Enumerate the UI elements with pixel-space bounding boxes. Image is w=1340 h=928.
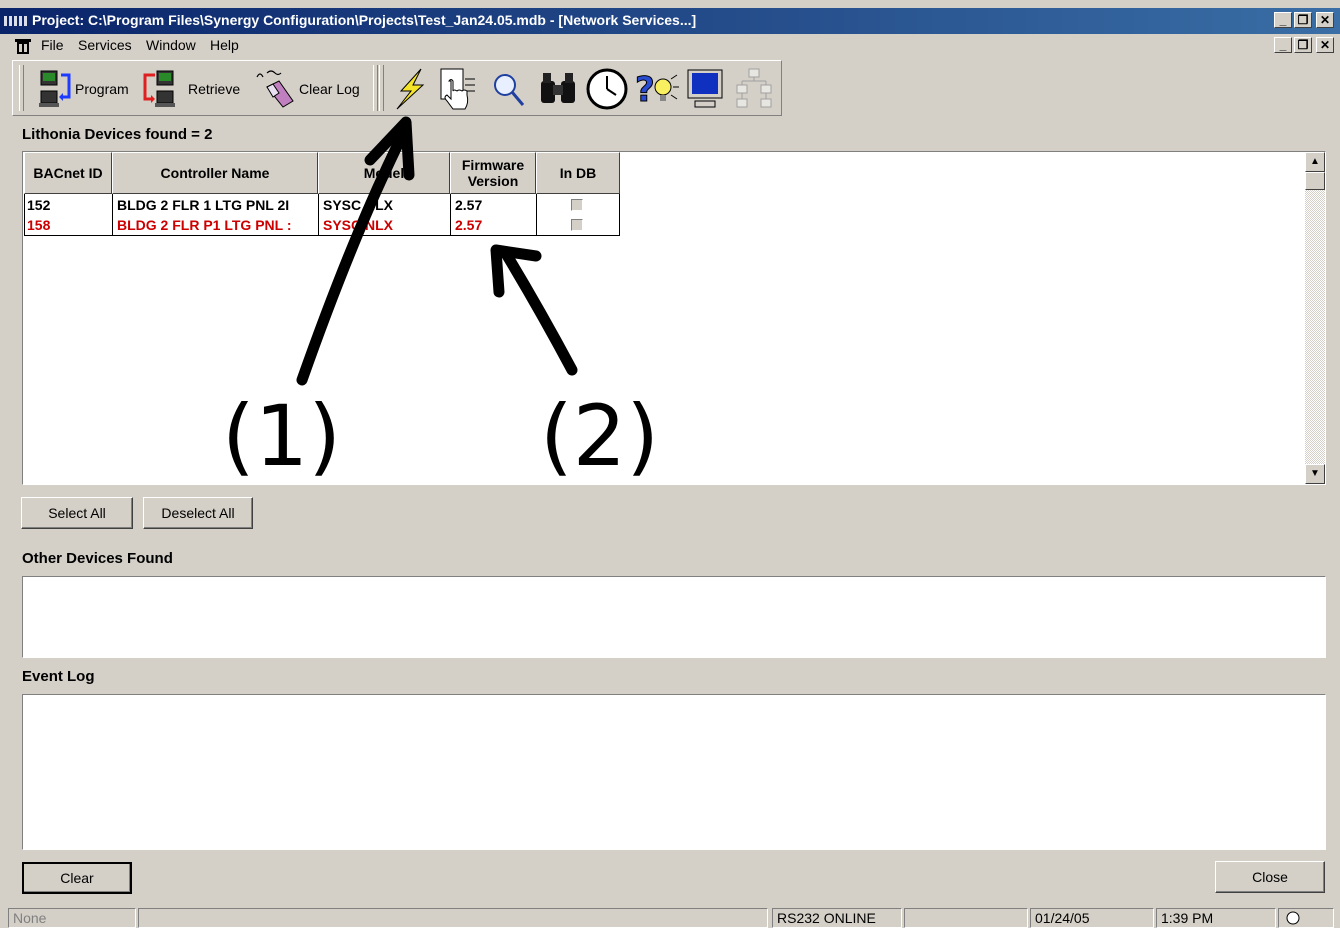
program-icon — [39, 70, 71, 107]
menu-bar: File Services Window Help _ ❐ ✕ — [0, 34, 1340, 58]
other-devices-label: Other Devices Found — [22, 550, 173, 567]
eraser-icon — [256, 70, 294, 108]
status-indicator — [1278, 908, 1334, 928]
in-db-checkbox[interactable] — [571, 199, 583, 211]
toolbar-grip-2[interactable] — [373, 65, 378, 111]
device-list[interactable]: BACnet ID Controller Name Model Firmware… — [22, 151, 1326, 485]
minimize-button[interactable]: _ — [1274, 12, 1292, 28]
clear-button[interactable]: Clear — [22, 862, 132, 894]
menu-file[interactable]: File — [41, 37, 64, 53]
column-header-in-db[interactable]: In DB — [536, 152, 620, 194]
monitor-icon[interactable] — [685, 67, 727, 111]
annotation-label-1: (1) — [222, 387, 341, 485]
child-minimize-button[interactable]: _ — [1274, 37, 1292, 53]
status-panel-empty — [138, 908, 768, 928]
retrieve-label: Retrieve — [188, 81, 241, 97]
status-time: 1:39 PM — [1156, 908, 1276, 928]
title-bar: Project: C:\Program Files\Synergy Config… — [0, 8, 1340, 34]
cell-firmware: 2.57 — [455, 217, 483, 233]
status-state: None — [8, 908, 136, 928]
close-button[interactable]: Close — [1215, 861, 1325, 893]
toolbar-grip-3 — [379, 65, 384, 111]
status-date: 01/24/05 — [1030, 908, 1154, 928]
event-log-box[interactable] — [22, 694, 1326, 850]
in-db-checkbox[interactable] — [571, 219, 583, 231]
cell-model: SYSC NLX — [323, 217, 394, 233]
vertical-scrollbar[interactable]: ▲ ▼ — [1305, 152, 1325, 484]
status-panel-empty-2 — [904, 908, 1028, 928]
event-log-label: Event Log — [22, 668, 95, 685]
window-title: Project: C:\Program Files\Synergy Config… — [32, 12, 697, 28]
column-header-controller-name[interactable]: Controller Name — [112, 152, 318, 194]
hand-pointer-icon[interactable] — [437, 67, 481, 111]
app-menu-icon[interactable] — [14, 38, 34, 56]
cell-model: SYSC NLX — [323, 197, 394, 213]
deselect-all-button[interactable]: Deselect All — [143, 497, 253, 529]
menu-services[interactable]: Services — [78, 37, 132, 53]
devices-found-label: Lithonia Devices found = 2 — [22, 126, 213, 143]
cell-firmware: 2.57 — [455, 197, 483, 213]
scroll-down-button[interactable]: ▼ — [1305, 464, 1325, 484]
toolbar-grip[interactable] — [19, 65, 24, 111]
close-window-button[interactable]: ✕ — [1316, 12, 1334, 28]
clock-icon[interactable] — [585, 67, 629, 111]
network-icon — [736, 68, 772, 108]
help-icon[interactable]: ? — [633, 67, 681, 111]
cell-controller-name: BLDG 2 FLR 1 LTG PNL 2I — [117, 197, 290, 213]
retrieve-button[interactable]: Retrieve — [141, 67, 245, 111]
child-restore-button[interactable]: ❐ — [1294, 37, 1312, 53]
app-icon — [4, 16, 28, 26]
column-header-firmware-version[interactable]: Firmware Version — [450, 152, 536, 194]
column-header-model[interactable]: Model — [318, 152, 450, 194]
annotation-label-2: (2) — [540, 387, 659, 485]
other-devices-list[interactable] — [22, 576, 1326, 658]
clear-log-button[interactable]: Clear Log — [253, 67, 363, 111]
toolbar: Program Retrieve Clear Log ? — [12, 60, 782, 116]
scroll-thumb[interactable] — [1305, 172, 1325, 190]
status-connection: RS232 ONLINE — [772, 908, 902, 928]
program-label: Program — [75, 81, 129, 97]
binoculars-icon[interactable] — [537, 71, 579, 107]
scroll-up-button[interactable]: ▲ — [1305, 152, 1325, 172]
cell-bacnet-id: 158 — [27, 217, 51, 233]
svg-text:?: ? — [635, 70, 655, 110]
child-close-button[interactable]: ✕ — [1316, 37, 1334, 53]
column-header-bacnet-id[interactable]: BACnet ID — [24, 152, 112, 194]
magnifier-icon[interactable] — [491, 69, 527, 109]
retrieve-icon — [143, 70, 175, 107]
menu-help[interactable]: Help — [210, 37, 239, 53]
menu-window[interactable]: Window — [146, 37, 196, 53]
program-button[interactable]: Program — [39, 67, 131, 111]
status-circle-icon — [1286, 911, 1300, 925]
clear-log-label: Clear Log — [299, 81, 360, 97]
lightning-icon[interactable] — [391, 67, 431, 111]
cell-controller-name: BLDG 2 FLR P1 LTG PNL : — [117, 217, 292, 233]
restore-button[interactable]: ❐ — [1294, 12, 1312, 28]
table-row[interactable]: 152 BLDG 2 FLR 1 LTG PNL 2I SYSC NLX 2.5… — [24, 195, 620, 215]
cell-bacnet-id: 152 — [27, 197, 51, 213]
table-row[interactable]: 158 BLDG 2 FLR P1 LTG PNL : SYSC NLX 2.5… — [24, 215, 620, 235]
select-all-button[interactable]: Select All — [21, 497, 133, 529]
